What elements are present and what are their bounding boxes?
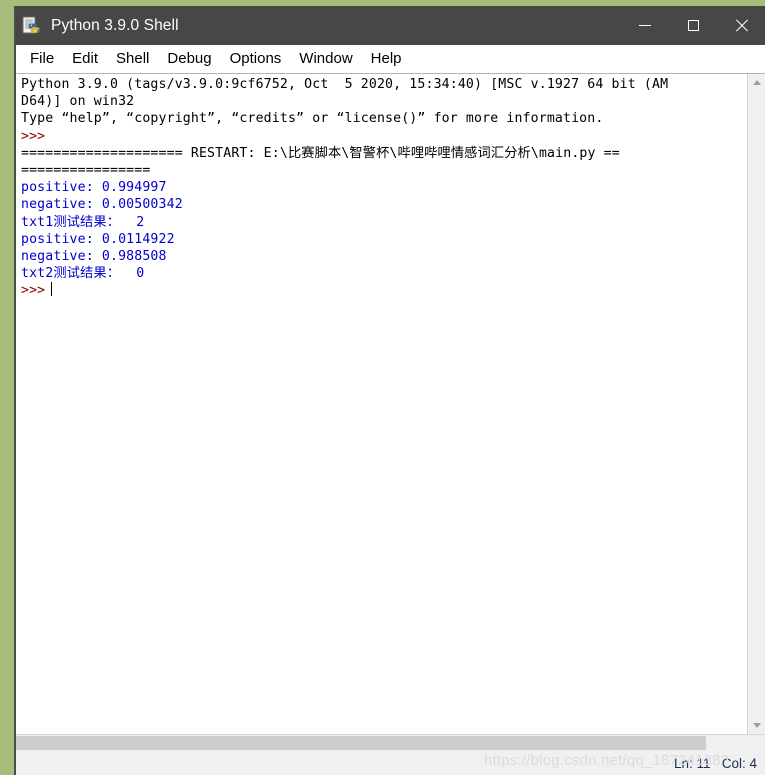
console-line: negative: 0.988508 <box>21 248 747 265</box>
console-line: D64)] on win32 <box>21 93 747 110</box>
console-line: positive: 0.0114922 <box>21 231 747 248</box>
window-title: Python 3.9.0 Shell <box>51 16 179 34</box>
console-line: txt2测试结果： 0 <box>21 265 747 282</box>
console-line-text: negative: 0.988508 <box>21 248 167 264</box>
scroll-up-button[interactable] <box>748 74 765 91</box>
console-line-text: negative: 0.00500342 <box>21 197 183 213</box>
menu-item-file[interactable]: File <box>21 48 63 70</box>
console-line: negative: 0.00500342 <box>21 196 747 213</box>
menu-item-window[interactable]: Window <box>290 48 361 70</box>
maximize-icon <box>687 20 699 31</box>
cursor-position-status: Ln: 11 Col: 4 <box>673 755 757 771</box>
minimize-icon <box>639 25 651 26</box>
console-line-text: Type “help”, “copyright”, “credits” or “… <box>21 111 604 127</box>
menu-item-options[interactable]: Options <box>221 48 291 70</box>
console-line: txt1测试结果： 2 <box>21 214 747 231</box>
console-line: ================ <box>21 162 747 179</box>
menu-item-shell[interactable]: Shell <box>107 48 158 70</box>
window-controls <box>621 6 765 45</box>
menu-item-debug[interactable]: Debug <box>158 48 220 70</box>
minimize-button[interactable] <box>621 6 669 45</box>
console-line-text: >>> <box>21 283 46 299</box>
menu-item-help[interactable]: Help <box>362 48 411 70</box>
console-line: Type “help”, “copyright”, “credits” or “… <box>21 110 747 127</box>
console-line: >>> <box>21 128 747 145</box>
menu-bar: File Edit Shell Debug Options Window Hel… <box>16 45 765 73</box>
chevron-up-icon <box>752 80 761 85</box>
shell-output[interactable]: Python 3.9.0 (tags/v3.9.0:9cf6752, Oct 5… <box>16 74 747 734</box>
scroll-down-button[interactable] <box>748 717 765 734</box>
chevron-down-icon <box>752 723 761 728</box>
close-button[interactable] <box>717 6 765 45</box>
console-line-text: >>> <box>21 128 46 144</box>
menu-item-edit[interactable]: Edit <box>63 48 107 70</box>
console-line-text: positive: 0.0114922 <box>21 231 175 247</box>
close-icon <box>734 19 748 33</box>
console-line-text: Python 3.9.0 (tags/v3.9.0:9cf6752, Oct 5… <box>21 77 669 92</box>
idle-shell-window: Python 3.9.0 Shell File Edit Shell Debug… <box>14 6 765 775</box>
console-line: >>> <box>21 282 747 299</box>
idle-python-icon <box>22 16 42 36</box>
maximize-button[interactable] <box>669 6 717 45</box>
console-line: Python 3.9.0 (tags/v3.9.0:9cf6752, Oct 5… <box>21 76 747 93</box>
title-bar: Python 3.9.0 Shell <box>16 6 765 45</box>
console-line-text: ================ <box>21 162 151 178</box>
horizontal-scrollbar[interactable] <box>16 734 765 751</box>
text-cursor <box>51 282 53 297</box>
console-line-text: ==================== RESTART: E:\比赛脚本\智警… <box>21 145 620 161</box>
console-line: ==================== RESTART: E:\比赛脚本\智警… <box>21 145 747 162</box>
shell-text-area-wrap: Python 3.9.0 (tags/v3.9.0:9cf6752, Oct 5… <box>16 73 765 734</box>
console-line-text: D64)] on win32 <box>21 94 135 110</box>
vertical-scrollbar[interactable] <box>747 74 765 734</box>
status-bar: https://blog.csdn.net/qq_18724138? Ln: 1… <box>16 751 765 775</box>
horizontal-scrollbar-thumb[interactable] <box>16 736 706 750</box>
console-line-text: txt1测试结果： 2 <box>21 214 145 230</box>
console-line-text: txt2测试结果： 0 <box>21 266 145 282</box>
desktop-background: Python 3.9.0 Shell File Edit Shell Debug… <box>0 0 765 775</box>
console-line: positive: 0.994997 <box>21 179 747 196</box>
console-line-text: positive: 0.994997 <box>21 180 167 196</box>
